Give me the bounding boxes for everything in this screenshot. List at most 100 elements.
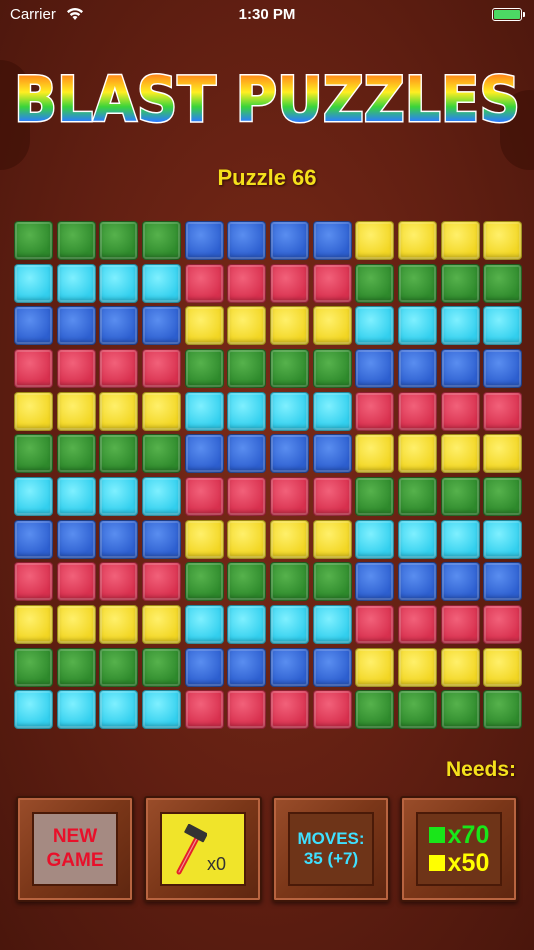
tile-green[interactable] (312, 562, 352, 602)
tile-red[interactable] (99, 562, 139, 602)
tile-green[interactable] (227, 349, 267, 388)
tile-blue[interactable] (184, 647, 224, 687)
tile-cyan[interactable] (142, 477, 181, 516)
tile-cyan[interactable] (99, 263, 139, 303)
tile-blue[interactable] (440, 562, 480, 602)
tile-cyan[interactable] (398, 306, 437, 346)
tile-red[interactable] (483, 605, 523, 644)
tile-cyan[interactable] (312, 391, 352, 431)
tile-cyan[interactable] (270, 391, 309, 431)
tile-red[interactable] (355, 605, 395, 644)
tile-green[interactable] (184, 562, 224, 602)
tile-red[interactable] (227, 263, 267, 303)
tile-blue[interactable] (312, 221, 352, 260)
tile-green[interactable] (99, 434, 139, 474)
tile-yellow[interactable] (398, 221, 437, 260)
tile-red[interactable] (355, 391, 395, 431)
tile-blue[interactable] (440, 349, 480, 388)
tile-green[interactable] (56, 221, 96, 260)
tile-blue[interactable] (142, 306, 181, 346)
tile-blue[interactable] (398, 349, 437, 388)
tile-blue[interactable] (227, 221, 267, 260)
tile-blue[interactable] (99, 306, 139, 346)
tile-red[interactable] (142, 562, 181, 602)
tile-yellow[interactable] (184, 519, 224, 559)
tile-green[interactable] (440, 690, 480, 730)
tile-green[interactable] (14, 434, 53, 474)
tile-cyan[interactable] (483, 519, 523, 559)
tile-blue[interactable] (270, 221, 309, 260)
tile-yellow[interactable] (56, 391, 96, 431)
tile-green[interactable] (142, 434, 181, 474)
tile-blue[interactable] (312, 647, 352, 687)
tile-blue[interactable] (14, 519, 53, 559)
tile-red[interactable] (56, 349, 96, 388)
tile-blue[interactable] (355, 562, 395, 602)
tile-green[interactable] (14, 647, 53, 687)
tile-yellow[interactable] (483, 221, 523, 260)
tile-cyan[interactable] (14, 263, 53, 303)
tile-cyan[interactable] (227, 391, 267, 431)
tile-cyan[interactable] (270, 605, 309, 644)
tile-cyan[interactable] (56, 690, 96, 730)
tile-blue[interactable] (270, 434, 309, 474)
tile-yellow[interactable] (56, 605, 96, 644)
tile-blue[interactable] (355, 349, 395, 388)
tile-red[interactable] (184, 477, 224, 516)
tile-red[interactable] (227, 477, 267, 516)
tile-yellow[interactable] (483, 647, 523, 687)
tile-red[interactable] (14, 349, 53, 388)
tile-cyan[interactable] (142, 263, 181, 303)
tile-yellow[interactable] (99, 605, 139, 644)
tile-red[interactable] (440, 391, 480, 431)
tile-red[interactable] (184, 263, 224, 303)
tile-blue[interactable] (56, 519, 96, 559)
tile-blue[interactable] (99, 519, 139, 559)
tile-yellow[interactable] (184, 306, 224, 346)
tile-yellow[interactable] (99, 391, 139, 431)
tile-green[interactable] (398, 690, 437, 730)
tile-cyan[interactable] (99, 477, 139, 516)
tile-red[interactable] (14, 562, 53, 602)
tile-red[interactable] (270, 477, 309, 516)
tile-blue[interactable] (56, 306, 96, 346)
tile-cyan[interactable] (312, 605, 352, 644)
tile-red[interactable] (398, 605, 437, 644)
tile-cyan[interactable] (99, 690, 139, 730)
tile-yellow[interactable] (483, 434, 523, 474)
tile-cyan[interactable] (440, 306, 480, 346)
tile-yellow[interactable] (312, 306, 352, 346)
tile-red[interactable] (184, 690, 224, 730)
tile-cyan[interactable] (14, 690, 53, 730)
tile-green[interactable] (355, 690, 395, 730)
tile-yellow[interactable] (270, 519, 309, 559)
tile-cyan[interactable] (142, 690, 181, 730)
tile-red[interactable] (270, 690, 309, 730)
tile-green[interactable] (440, 477, 480, 516)
tile-cyan[interactable] (184, 605, 224, 644)
tile-blue[interactable] (483, 349, 523, 388)
tile-red[interactable] (398, 391, 437, 431)
tile-yellow[interactable] (398, 434, 437, 474)
tile-cyan[interactable] (14, 477, 53, 516)
tile-green[interactable] (56, 434, 96, 474)
tile-cyan[interactable] (398, 519, 437, 559)
new-game-button[interactable]: NEW GAME (16, 796, 134, 902)
tile-green[interactable] (56, 647, 96, 687)
tile-red[interactable] (227, 690, 267, 730)
tile-green[interactable] (483, 690, 523, 730)
tile-red[interactable] (312, 690, 352, 730)
tile-red[interactable] (483, 391, 523, 431)
tile-green[interactable] (142, 221, 181, 260)
tile-yellow[interactable] (227, 519, 267, 559)
tile-green[interactable] (312, 349, 352, 388)
tile-yellow[interactable] (142, 605, 181, 644)
tile-green[interactable] (99, 221, 139, 260)
tile-blue[interactable] (227, 647, 267, 687)
tile-green[interactable] (398, 477, 437, 516)
tile-cyan[interactable] (56, 263, 96, 303)
tile-green[interactable] (99, 647, 139, 687)
tile-yellow[interactable] (440, 647, 480, 687)
tile-cyan[interactable] (355, 519, 395, 559)
tile-green[interactable] (142, 647, 181, 687)
